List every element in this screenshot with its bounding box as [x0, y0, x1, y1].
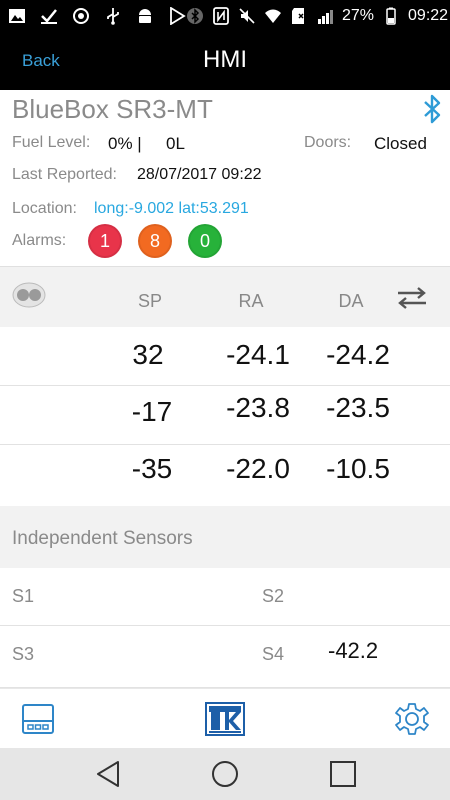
view-icon[interactable]	[12, 282, 46, 308]
image-icon	[8, 7, 26, 25]
ra-value: -24.1	[226, 339, 290, 370]
wifi-icon	[264, 7, 282, 25]
swap-icon[interactable]	[394, 287, 430, 309]
tab-hmi[interactable]	[18, 699, 58, 739]
mute-icon	[238, 7, 256, 25]
page-title: HMI	[203, 46, 247, 73]
sensors-title: Independent Sensors	[12, 528, 193, 549]
location-label: Location:	[12, 200, 77, 217]
alarm-badge-orange[interactable]: 8	[138, 224, 172, 258]
hmi-panel-icon	[22, 704, 54, 734]
sp-value: -35	[131, 453, 173, 484]
column-header-sp: SP	[137, 291, 162, 311]
battery-icon	[382, 7, 400, 25]
sd-icon	[290, 7, 308, 25]
usb-icon	[104, 7, 122, 25]
play-store-icon	[168, 7, 186, 25]
fuel-level-percent: 0% |	[108, 134, 142, 153]
check-icon	[40, 7, 58, 25]
thermo-king-logo	[205, 702, 245, 736]
sensor-row: S1 S2	[0, 568, 450, 626]
sensor-value-s4: -42.2	[328, 638, 379, 663]
back-nav-icon[interactable]	[92, 758, 126, 790]
da-value: -10.5	[326, 453, 390, 484]
table-row: 32 -24.1 -24.2	[0, 327, 450, 386]
android-icon	[136, 7, 154, 25]
location-value[interactable]: long:-9.002 lat:53.291	[94, 200, 249, 218]
ra-value: -22.0	[226, 453, 290, 484]
action-bar: Back HMI	[0, 32, 450, 90]
recents-nav-icon[interactable]	[326, 758, 360, 790]
doors-value: Closed	[374, 134, 427, 153]
column-header-da: DA	[338, 291, 364, 311]
da-value: -24.2	[326, 339, 390, 370]
table-row: -17 -23.8 -23.5	[0, 386, 450, 445]
tab-thermo-king[interactable]	[203, 699, 247, 739]
bluetooth-icon	[186, 7, 204, 25]
sensor-label-s3: S3	[12, 644, 35, 664]
photo-icon	[72, 7, 90, 25]
alarm-badge-red[interactable]: 1	[88, 224, 122, 258]
status-bar: 27% 09:22	[0, 0, 450, 32]
alarm-badge-green[interactable]: 0	[188, 224, 222, 258]
tab-settings[interactable]	[390, 699, 434, 739]
clock: 09:22	[408, 7, 449, 24]
column-header-ra: RA	[238, 291, 264, 311]
fuel-level-label: Fuel Level:	[12, 134, 91, 151]
fuel-level-liters: 0L	[166, 134, 185, 153]
bottom-tab-bar	[0, 688, 450, 748]
sp-value: -17	[131, 396, 173, 427]
sensors-section-header: Independent Sensors	[0, 506, 450, 568]
sensor-row: S3 S4 -42.2	[0, 626, 450, 688]
sp-value: 32	[132, 339, 164, 370]
system-nav-bar	[0, 748, 450, 800]
zones-table-header: SP RA DA	[0, 266, 450, 327]
device-name: BlueBox SR3-MT	[12, 94, 213, 124]
doors-label: Doors:	[304, 134, 352, 151]
table-row: -35 -22.0 -10.5	[0, 445, 450, 506]
ra-value: -23.8	[226, 392, 290, 423]
da-value: -23.5	[326, 392, 390, 423]
sensor-label-s2: S2	[262, 586, 285, 606]
last-reported-value: 28/07/2017 09:22	[137, 166, 262, 183]
alarms-label: Alarms:	[12, 232, 67, 249]
last-reported-label: Last Reported:	[12, 166, 117, 183]
home-nav-icon[interactable]	[208, 758, 242, 790]
bluetooth-icon[interactable]	[418, 92, 448, 126]
battery-percent: 27%	[342, 7, 375, 24]
sensor-label-s4: S4	[262, 644, 285, 664]
sensor-label-s1: S1	[12, 586, 35, 606]
settings-icon	[395, 703, 429, 735]
nfc-icon	[212, 7, 230, 25]
signal-icon	[316, 7, 334, 25]
